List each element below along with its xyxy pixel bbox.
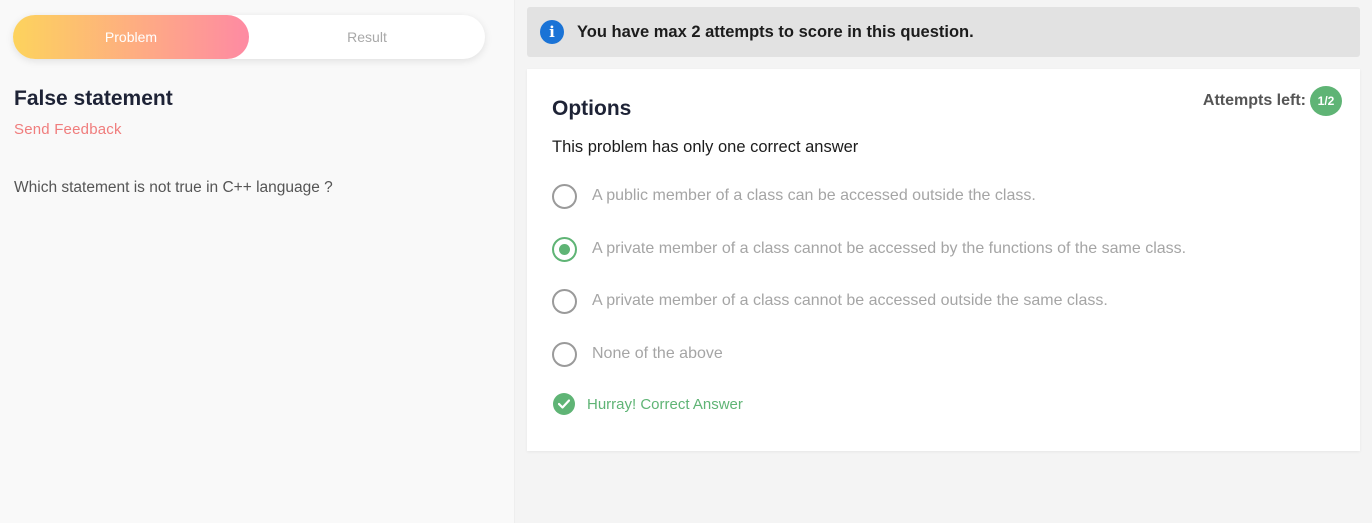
instruction-text: This problem has only one correct answer	[552, 138, 859, 156]
info-icon: i	[540, 20, 564, 44]
option-label: A private member of a class cannot be ac…	[592, 292, 1108, 309]
radio-button[interactable]	[552, 183, 577, 209]
radio-button[interactable]	[552, 341, 577, 367]
option-3[interactable]: A private member of a class cannot be ac…	[552, 288, 1108, 314]
option-1[interactable]: A public member of a class can be access…	[552, 183, 1036, 209]
radio-button[interactable]	[552, 288, 577, 314]
problem-panel: Problem Result False statement Send Feed…	[0, 0, 515, 523]
option-label: A private member of a class cannot be ac…	[592, 240, 1187, 257]
problem-title: False statement	[14, 87, 173, 110]
option-label: None of the above	[592, 345, 723, 362]
option-4[interactable]: None of the above	[552, 341, 723, 367]
tab-result[interactable]: Result	[249, 15, 485, 59]
question-text: Which statement is not true in C++ langu…	[14, 179, 333, 196]
send-feedback-link[interactable]: Send Feedback	[14, 121, 122, 138]
result-message: Hurray! Correct Answer	[553, 393, 743, 415]
result-text: Hurray! Correct Answer	[587, 395, 743, 413]
page: Problem Result False statement Send Feed…	[0, 0, 1372, 523]
attempts-banner: i You have max 2 attempts to score in th…	[527, 7, 1360, 57]
check-circle-icon	[553, 393, 575, 415]
options-title: Options	[552, 97, 632, 120]
banner-text: You have max 2 attempts to score in this…	[577, 23, 974, 41]
option-label: A public member of a class can be access…	[592, 187, 1036, 204]
radio-button-selected[interactable]	[552, 236, 577, 262]
tab-problem[interactable]: Problem	[13, 15, 249, 59]
tab-bar: Problem Result	[13, 15, 485, 59]
options-card: Options Attempts left: 1/2 This problem …	[527, 69, 1360, 451]
attempts-left: Attempts left: 1/2	[1203, 86, 1342, 116]
attempts-badge: 1/2	[1310, 86, 1342, 116]
option-2[interactable]: A private member of a class cannot be ac…	[552, 236, 1186, 262]
attempts-label: Attempts left:	[1202, 92, 1306, 109]
